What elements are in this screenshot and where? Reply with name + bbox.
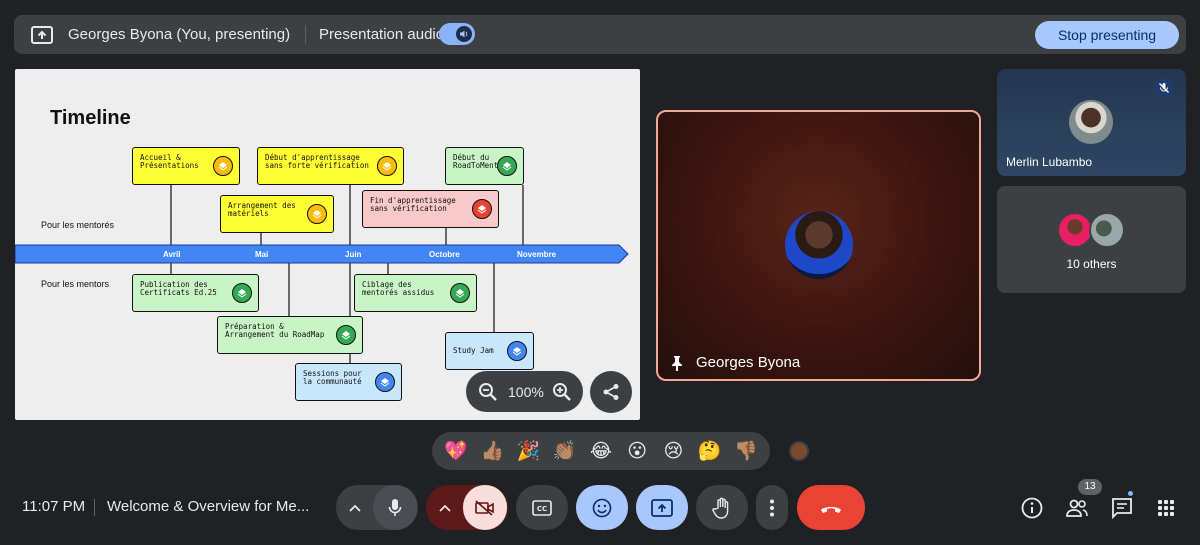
divider [305,25,306,44]
reaction-sad[interactable]: 😢 [658,440,688,463]
main-participant-tile[interactable]: Georges Byona [656,110,981,381]
timeline-card: Study Jam [445,332,534,370]
avatar [1089,212,1125,248]
zoom-out-icon[interactable] [478,382,498,407]
timeline-card: Ciblage des mentorés assidus [354,274,477,312]
layers-icon [307,204,327,224]
timeline-card: Sessions pour la communauté [295,363,402,401]
info-icon[interactable] [1019,495,1045,521]
present-screen-icon [651,498,673,517]
chat-icon[interactable] [1109,495,1135,521]
avatar [785,211,853,279]
participant-name: Georges Byona [696,354,801,371]
camera-off-icon[interactable] [463,485,507,530]
month-label: Octobre [429,250,460,259]
skin-tone-picker[interactable] [789,441,809,461]
pin-icon[interactable] [670,355,684,376]
layers-icon [450,283,470,303]
microphone-icon[interactable] [373,485,417,530]
zoom-in-icon[interactable] [552,382,572,407]
svg-text:CC: CC [537,505,547,513]
participant-name: Merlin Lubambo [1006,155,1093,169]
reaction-laugh[interactable]: 😂 [586,440,616,463]
month-label: Novembre [517,250,557,259]
reaction-thinking[interactable]: 🤔 [695,439,725,463]
timeline-card: Préparation & Arrangement du RoadMap [217,316,363,354]
layers-icon [497,156,517,176]
people-icon[interactable] [1064,495,1090,521]
reaction-surprised[interactable]: 😮 [622,440,652,463]
leave-call-button[interactable] [797,485,865,530]
timeline-card: Publication des Certificats Ed.25 [132,274,259,312]
zoom-level: 100% [508,384,544,400]
avatar [1069,100,1113,144]
reaction-thumbs-down[interactable]: 👎🏽 [731,439,761,463]
layers-icon [507,341,527,361]
zoom-controls: 100% [466,371,583,412]
layers-icon [375,372,395,392]
notification-dot [1127,490,1134,497]
chevron-up-icon[interactable] [337,504,373,512]
presentation-audio-label: Presentation audio [319,26,445,43]
emoji-button[interactable] [576,485,628,530]
emoji-icon [592,498,612,517]
presentation-slide: Timeline Pour les mentorés Pour les ment… [15,69,640,420]
presenter-label: Georges Byona (You, presenting) [68,26,291,43]
month-label: Juin [345,250,362,259]
more-vert-icon [770,499,774,516]
present-button[interactable] [636,485,688,530]
presentation-audio-toggle[interactable] [439,23,475,45]
reaction-thumbs-up[interactable]: 👍🏽 [477,439,507,463]
timeline-card: Début du RoadToMentor [445,147,524,185]
end-call-icon [821,506,841,513]
avatar [1057,212,1093,248]
present-screen-icon [31,24,53,46]
month-label: Mai [255,250,269,259]
timeline-card: Arrangement des matériels [220,195,334,233]
others-tile[interactable]: 10 others [997,186,1186,293]
mic-off-icon [1154,78,1174,98]
clock: 11:07 PM [22,498,86,515]
timeline-card: Accueil & Présentations [132,147,240,185]
meeting-title: Welcome & Overview for Me... [107,498,310,515]
mic-control-group [336,485,418,530]
timeline-card: Fin d'apprentissage sans vérification [362,190,499,228]
hand-icon [712,497,729,519]
captions-button[interactable]: CC [516,485,568,530]
chevron-up-icon[interactable] [427,504,463,512]
divider [94,499,95,516]
raise-hand-button[interactable] [696,485,748,530]
stop-presenting-button[interactable]: Stop presenting [1035,21,1179,49]
presenting-bar: Georges Byona (You, presenting) Presenta… [14,15,1186,54]
timeline-card: Début d'apprentissage sans forte vérific… [257,147,404,185]
activities-grid-icon[interactable] [1153,495,1179,521]
share-icon[interactable] [590,371,632,413]
layers-icon [336,325,356,345]
reaction-clap[interactable]: 👏🏽 [550,439,580,463]
people-count-badge: 13 [1078,479,1102,495]
captions-icon: CC [532,499,552,516]
reaction-party[interactable]: 🎉 [514,439,544,463]
layers-icon [232,283,252,303]
reactions-bar: 💖 👍🏽 🎉 👏🏽 😂 😮 😢 🤔 👎🏽 [432,432,770,470]
more-options-button[interactable] [756,485,788,530]
layers-icon [377,156,397,176]
reaction-heart[interactable]: 💖 [441,439,471,463]
participant-tile[interactable]: Merlin Lubambo [997,69,1186,176]
layers-icon [472,199,492,219]
layers-icon [213,156,233,176]
others-count-label: 10 others [1066,257,1117,271]
month-label: Avril [163,250,181,259]
camera-control-group [426,485,508,530]
speaker-icon [456,26,472,42]
